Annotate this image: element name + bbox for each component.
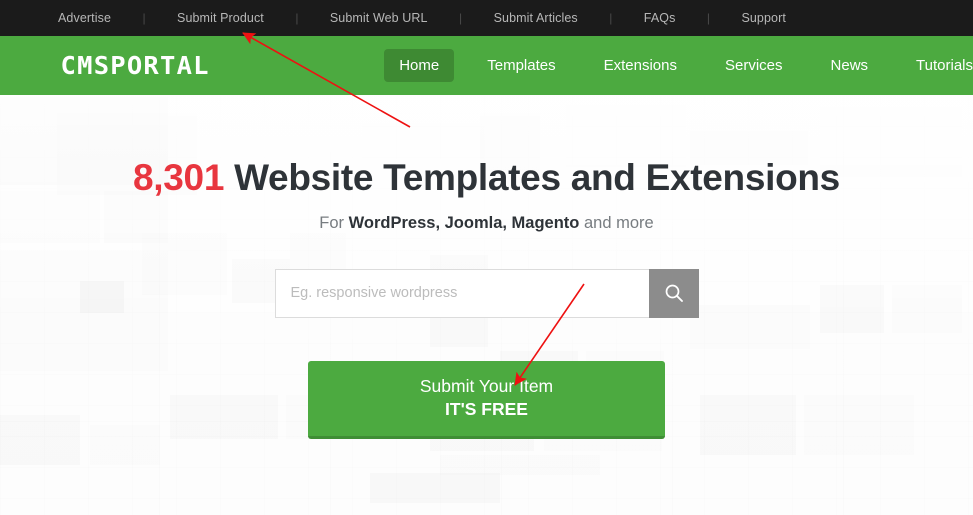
topbar-link-submit-product[interactable]: Submit Product	[177, 11, 264, 25]
search-button[interactable]	[648, 268, 699, 318]
nav-item-extensions[interactable]: Extensions	[589, 49, 692, 82]
search-icon	[665, 284, 683, 303]
topbar-link-submit-articles[interactable]: Submit Articles	[494, 11, 578, 25]
main-nav-items: Home Templates Extensions Services News …	[375, 36, 973, 95]
topbar-separator: |	[295, 11, 299, 25]
main-navbar: CMSPORTAL Home Templates Extensions Serv…	[0, 36, 973, 95]
topbar-link-advertise[interactable]: Advertise	[58, 11, 111, 25]
subhead-prefix: For	[319, 213, 349, 232]
hero-section: 8,301 Website Templates and Extensions F…	[0, 95, 973, 515]
hero-subheadline: For WordPress, Joomla, Magento and more	[0, 214, 973, 233]
nav-item-news[interactable]: News	[816, 49, 884, 82]
topbar-separator: |	[609, 11, 613, 25]
topbar-separator: |	[459, 11, 463, 25]
nav-item-templates[interactable]: Templates	[472, 49, 570, 82]
search-input[interactable]	[274, 268, 649, 318]
topbar-link-faqs[interactable]: FAQs	[644, 11, 676, 25]
topbar-link-support[interactable]: Support	[741, 11, 785, 25]
cta-row: Submit Your Item IT'S FREE	[0, 360, 973, 439]
subhead-suffix: and more	[579, 213, 654, 232]
hero-headline: 8,301 Website Templates and Extensions	[0, 157, 973, 199]
nav-item-home[interactable]: Home	[384, 49, 455, 82]
subhead-platforms: WordPress, Joomla, Magento	[348, 213, 580, 232]
topbar-separator: |	[142, 11, 146, 25]
cta-secondary-label: IT'S FREE	[445, 399, 528, 420]
search-box	[274, 268, 699, 318]
nav-item-tutorials[interactable]: Tutorials	[901, 49, 973, 82]
site-logo[interactable]: CMSPORTAL	[61, 51, 210, 80]
nav-item-services[interactable]: Services	[710, 49, 798, 82]
headline-rest: Website Templates and Extensions	[224, 157, 840, 198]
search-row	[0, 268, 973, 318]
cta-primary-label: Submit Your Item	[419, 376, 554, 397]
submit-your-item-button[interactable]: Submit Your Item IT'S FREE	[308, 360, 665, 439]
hero-content: 8,301 Website Templates and Extensions F…	[0, 95, 973, 439]
topbar-link-submit-web-url[interactable]: Submit Web URL	[330, 11, 428, 25]
template-count: 8,301	[133, 157, 225, 198]
topbar-separator: |	[706, 11, 710, 25]
top-utility-bar: Advertise | Submit Product | Submit Web …	[0, 0, 973, 36]
